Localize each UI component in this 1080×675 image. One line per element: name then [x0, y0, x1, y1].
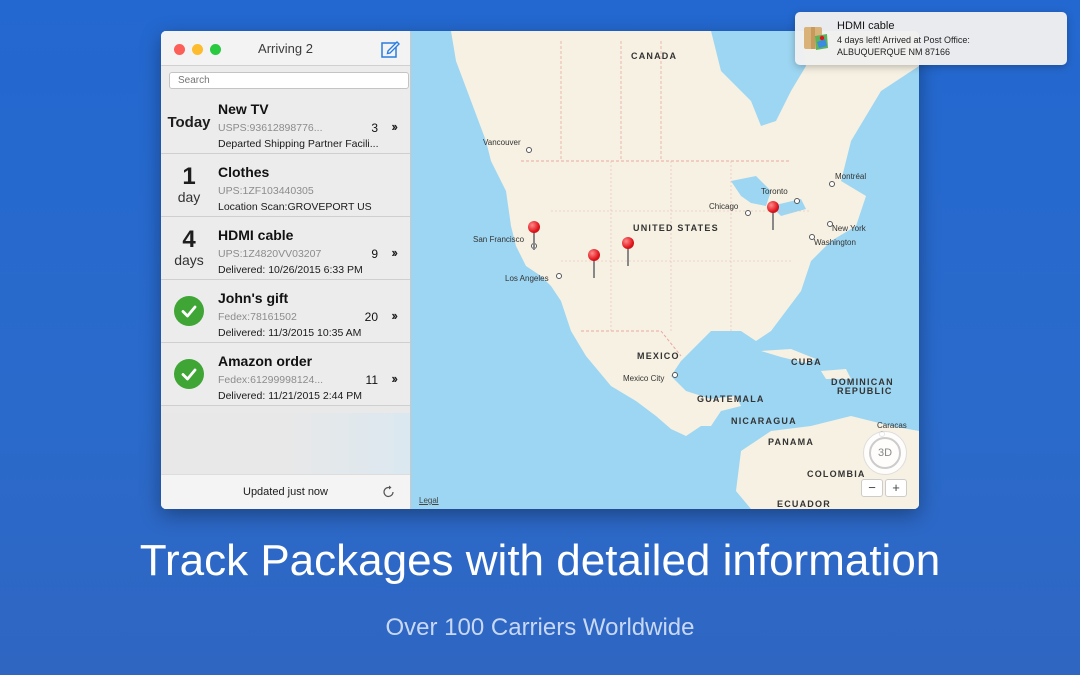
eta — [161, 280, 217, 342]
tracking-number: Fedex:61299998124... — [218, 374, 324, 386]
map-label-city: Mexico City — [623, 374, 665, 383]
map-view[interactable]: CANADA UNITED STATES MEXICO CUBA DOMINIC… — [411, 31, 919, 509]
package-row[interactable]: 4 days HDMI cable UPS:1Z4820VV03207 Deli… — [161, 217, 410, 280]
map-pin[interactable] — [588, 249, 600, 279]
map-label-city-caracas: Caracas — [877, 421, 907, 430]
map-label-city: New York — [832, 224, 866, 233]
map-label-city: Vancouver — [483, 138, 521, 147]
chevron-right-icon[interactable]: ›› — [391, 308, 398, 323]
refresh-icon[interactable] — [382, 485, 396, 499]
package-list: Today New TV USPS:93612898776... Departe… — [161, 91, 410, 406]
map-label-country: PANAMA — [768, 437, 815, 447]
notification-line2: ALBUQUERQUE NM 87166 — [837, 47, 951, 57]
map-pin[interactable] — [528, 221, 540, 251]
event-count: 11 — [365, 373, 378, 387]
city-marker — [829, 181, 835, 187]
map-label-country: CUBA — [791, 357, 822, 367]
eta: Today — [161, 91, 217, 153]
notification-line1: 4 days left! Arrived at Post Office: — [837, 35, 970, 45]
marketing-headline: Track Packages with detailed information — [139, 536, 941, 585]
map-label-country: GUATEMALA — [697, 394, 765, 404]
eta-unit: days — [174, 252, 204, 268]
map-label-city: Chicago — [709, 202, 739, 211]
notification-banner[interactable]: HDMI cable 4 days left! Arrived at Post … — [795, 12, 1067, 65]
compass-3d-button[interactable]: 3D — [863, 431, 907, 475]
package-row[interactable]: Today New TV USPS:93612898776... Departe… — [161, 91, 410, 154]
map-label-city: Montréal — [835, 172, 867, 181]
city-marker — [794, 198, 800, 204]
notification-title: HDMI cable — [837, 20, 895, 32]
legal-link[interactable]: Legal — [419, 496, 439, 505]
sidebar: Arriving 2 Today New TV USPS:93612898776… — [161, 31, 411, 509]
map-pin[interactable] — [767, 201, 779, 231]
compose-icon[interactable] — [380, 39, 400, 59]
tracking-number: UPS:1Z4820VV03207 — [218, 248, 322, 260]
city-marker — [672, 372, 678, 378]
tracking-number: UPS:1ZF103440305 — [218, 185, 314, 197]
zoom-in-button[interactable]: + — [885, 479, 907, 497]
package-name: John's gift — [218, 290, 289, 306]
package-status: Delivered: 11/21/2015 2:44 PM — [218, 390, 362, 402]
map-label-city: San Francisco — [473, 235, 525, 244]
eta-unit: day — [177, 189, 201, 205]
package-status: Departed Shipping Partner Facili... — [218, 138, 379, 150]
chevron-right-icon[interactable]: ›› — [391, 119, 398, 134]
app-window: Arriving 2 Today New TV USPS:93612898776… — [161, 31, 919, 509]
chevron-right-icon[interactable]: ›› — [391, 245, 398, 260]
city-marker — [827, 221, 833, 227]
sidebar-footer: Updated just now — [161, 474, 410, 509]
package-app-icon — [804, 27, 828, 50]
map-label-city: Washington — [814, 238, 856, 247]
map-label-country: UNITED STATES — [633, 223, 719, 233]
map-label-country: CANADA — [631, 51, 678, 61]
compass-label: 3D — [869, 437, 901, 469]
delivered-check-icon — [174, 359, 204, 389]
map-label-city: Toronto — [761, 187, 788, 196]
package-name: New TV — [218, 101, 269, 117]
city-marker — [745, 210, 751, 216]
search-bar — [161, 66, 410, 92]
update-status: Updated just now — [243, 486, 328, 498]
map-pin[interactable] — [622, 237, 634, 267]
map-label-country: NICARAGUA — [731, 416, 797, 426]
package-status: Delivered: 11/3/2015 10:35 AM — [218, 327, 362, 339]
city-marker — [809, 234, 815, 240]
package-status: Location Scan:GROVEPORT US — [218, 201, 372, 213]
package-name: HDMI cable — [218, 227, 294, 243]
list-empty-area — [161, 413, 410, 475]
eta: 4 days — [161, 217, 217, 279]
tracking-number: Fedex:78161502 — [218, 311, 297, 323]
eta-label: Today — [167, 113, 211, 131]
package-row[interactable]: 1 day Clothes UPS:1ZF103440305 Location … — [161, 154, 410, 217]
package-row[interactable]: John's gift Fedex:78161502 Delivered: 11… — [161, 280, 410, 343]
zoom-out-button[interactable]: − — [861, 479, 883, 497]
tracking-number: USPS:93612898776... — [218, 122, 323, 134]
package-row[interactable]: Amazon order Fedex:61299998124... Delive… — [161, 343, 410, 406]
eta — [161, 343, 217, 405]
map-land — [451, 31, 919, 509]
window-title: Arriving 2 — [258, 41, 313, 56]
event-count: 3 — [371, 121, 378, 135]
map-label-country: ECUADOR — [777, 499, 831, 509]
package-status: Delivered: 10/26/2015 6:33 PM — [218, 264, 363, 276]
map-label-city: Los Angeles — [505, 274, 549, 283]
titlebar: Arriving 2 — [161, 31, 410, 66]
package-name: Clothes — [218, 164, 270, 180]
delivered-check-icon — [174, 296, 204, 326]
city-marker — [526, 147, 532, 153]
eta: 1 day — [161, 154, 217, 216]
map-label-country: REPUBLIC — [837, 386, 893, 396]
map-label-country: MEXICO — [637, 351, 680, 361]
eta-number: 1 — [182, 163, 196, 190]
event-count: 9 — [371, 247, 378, 261]
zoom-controls: − + — [861, 479, 907, 497]
map-label-country: COLOMBIA — [807, 469, 866, 479]
search-input[interactable] — [169, 71, 409, 89]
event-count: 20 — [364, 310, 378, 324]
marketing-subhead: Over 100 Carriers Worldwide — [385, 614, 695, 641]
chevron-right-icon[interactable]: ›› — [391, 371, 398, 386]
eta-number: 4 — [182, 226, 196, 253]
package-name: Amazon order — [218, 353, 313, 369]
city-marker — [556, 273, 562, 279]
